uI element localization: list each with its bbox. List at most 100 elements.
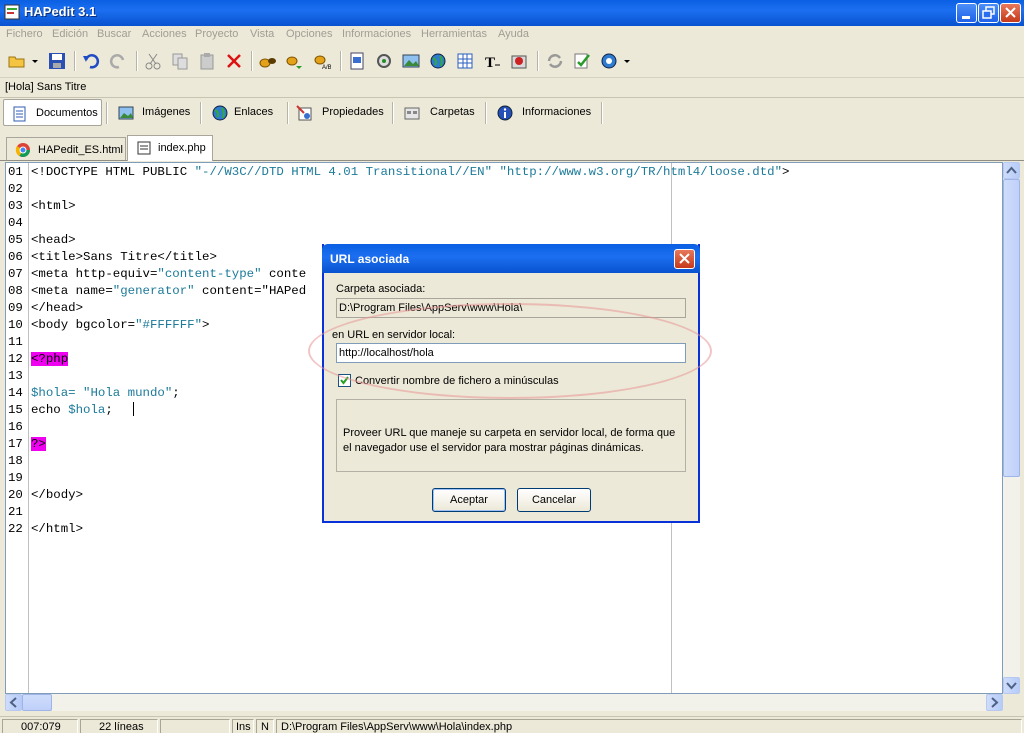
code-text: > bbox=[782, 165, 790, 179]
copy-icon[interactable] bbox=[171, 52, 189, 70]
line-number: 14 bbox=[8, 386, 23, 400]
vertical-scroll-thumb[interactable] bbox=[1003, 179, 1020, 477]
menu-herramientas[interactable]: Herramientas bbox=[421, 28, 487, 40]
line-number: 16 bbox=[8, 420, 23, 434]
table-icon[interactable] bbox=[456, 52, 474, 70]
line-number: 20 bbox=[8, 488, 23, 502]
save-icon[interactable] bbox=[48, 52, 66, 70]
code-line: <body bgcolor="#FFFFFF"> bbox=[31, 317, 209, 334]
horizontal-scroll-thumb[interactable] bbox=[22, 694, 52, 711]
dialog-close-button[interactable] bbox=[674, 249, 695, 269]
code-line: </html> bbox=[31, 521, 83, 538]
tab-documentos[interactable]: Documentos bbox=[3, 99, 102, 126]
menu-vista[interactable]: Vista bbox=[250, 28, 274, 40]
line-number: 17 bbox=[8, 437, 23, 451]
validate-icon[interactable] bbox=[573, 52, 591, 70]
code-string: $hola= "Hola mundo" bbox=[31, 386, 173, 400]
line-number: 02 bbox=[8, 182, 23, 196]
status-line-count: 22 líneas bbox=[80, 719, 158, 733]
restore-button[interactable] bbox=[978, 3, 999, 23]
svg-text:A/B: A/B bbox=[322, 65, 331, 70]
tab-file-index-php[interactable]: index.php bbox=[127, 135, 213, 161]
menu-buscar[interactable]: Buscar bbox=[97, 28, 131, 40]
minimize-icon bbox=[962, 16, 970, 19]
preview-browser-icon[interactable] bbox=[600, 52, 618, 70]
dropdown-arrow-icon[interactable] bbox=[30, 52, 40, 70]
text-caret bbox=[133, 402, 134, 416]
paste-icon[interactable] bbox=[198, 52, 216, 70]
links-globe-icon bbox=[212, 105, 228, 121]
tab-file-hapedit-es[interactable]: HAPedit_ES.html bbox=[6, 137, 126, 160]
insert-image-icon[interactable] bbox=[402, 52, 420, 70]
scroll-up-button[interactable] bbox=[1003, 162, 1020, 179]
code-line: <html> bbox=[31, 198, 76, 215]
code-text: </head> bbox=[31, 301, 84, 315]
menu-ayuda[interactable]: Ayuda bbox=[498, 28, 529, 40]
toolbar: A/B T bbox=[0, 45, 1024, 78]
description-box: Proveer URL que maneje su carpeta en ser… bbox=[336, 399, 686, 472]
vertical-scrollbar[interactable] bbox=[1003, 162, 1020, 694]
line-number: 03 bbox=[8, 199, 23, 213]
code-text: </html> bbox=[31, 522, 84, 536]
close-button[interactable] bbox=[1000, 3, 1021, 23]
tab-carpetas[interactable]: Carpetas bbox=[396, 99, 482, 126]
new-document-icon[interactable] bbox=[348, 52, 366, 70]
menu-edicion[interactable]: Edición bbox=[52, 28, 88, 40]
menu-proyecto[interactable]: Proyecto bbox=[195, 28, 238, 40]
menu-fichero[interactable]: Fichero bbox=[6, 28, 43, 40]
text-format-icon[interactable]: T bbox=[483, 52, 501, 70]
code-line: <!DOCTYPE HTML PUBLIC "-//W3C//DTD HTML … bbox=[31, 164, 789, 181]
arrow-left-icon bbox=[9, 697, 17, 708]
open-folder-icon[interactable] bbox=[8, 52, 26, 70]
cancel-button[interactable]: Cancelar bbox=[517, 488, 591, 512]
cut-icon[interactable] bbox=[144, 52, 162, 70]
documents-icon bbox=[13, 106, 26, 122]
preview-dropdown-icon[interactable] bbox=[622, 52, 632, 70]
code-text: <!DOCTYPE HTML PUBLIC bbox=[31, 165, 195, 179]
minimize-button[interactable] bbox=[956, 3, 977, 23]
status-position: 007:079 bbox=[2, 719, 78, 733]
scroll-left-button[interactable] bbox=[5, 694, 22, 711]
code-line: <meta http-equiv="content-type" conte bbox=[31, 266, 306, 283]
line-number: 18 bbox=[8, 454, 23, 468]
find-icon[interactable] bbox=[259, 52, 277, 70]
undo-icon[interactable] bbox=[82, 52, 100, 70]
find-next-icon[interactable] bbox=[286, 52, 304, 70]
code-string: "-//W3C//DTD HTML 4.01 Transitional//EN"… bbox=[194, 165, 783, 179]
menu-acciones[interactable]: Acciones bbox=[142, 28, 187, 40]
redo-icon[interactable] bbox=[109, 52, 127, 70]
status-insert-mode: Ins bbox=[232, 719, 254, 733]
scroll-down-button[interactable] bbox=[1003, 677, 1020, 694]
replace-icon[interactable]: A/B bbox=[313, 52, 331, 70]
status-empty bbox=[160, 719, 230, 733]
accept-button[interactable]: Aceptar bbox=[432, 488, 506, 512]
globe-icon[interactable] bbox=[429, 52, 447, 70]
settings-gear-icon[interactable] bbox=[375, 52, 393, 70]
tab-enlaces[interactable]: Enlaces bbox=[204, 99, 284, 126]
line-number: 11 bbox=[8, 335, 23, 349]
restore-icon bbox=[982, 6, 995, 19]
debug-icon[interactable] bbox=[510, 52, 528, 70]
code-text: <title>Sans Titre</title> bbox=[31, 250, 217, 264]
php-file-icon bbox=[137, 141, 151, 155]
code-text: <meta http-equiv= bbox=[31, 267, 158, 281]
menu-informaciones[interactable]: Informaciones bbox=[342, 28, 411, 40]
delete-icon[interactable] bbox=[225, 52, 243, 70]
horizontal-scrollbar[interactable] bbox=[5, 694, 1003, 711]
window-title: HAPedit 3.1 bbox=[24, 4, 97, 19]
tab-propiedades[interactable]: Propiedades bbox=[288, 99, 388, 126]
menu-opciones[interactable]: Opciones bbox=[286, 28, 332, 40]
scroll-right-button[interactable] bbox=[986, 694, 1003, 711]
line-number: 06 bbox=[8, 250, 23, 264]
description-text: Proveer URL que maneje su carpeta en ser… bbox=[343, 427, 676, 454]
code-string: "content-type" bbox=[157, 267, 262, 281]
arrow-up-icon bbox=[1006, 166, 1017, 174]
code-text: ; bbox=[105, 403, 113, 417]
tab-imagenes[interactable]: Imágenes bbox=[110, 99, 198, 126]
code-line: <head> bbox=[31, 232, 76, 249]
properties-icon bbox=[296, 105, 312, 121]
images-icon bbox=[118, 106, 134, 120]
refresh-icon[interactable] bbox=[546, 52, 564, 70]
info-icon bbox=[497, 105, 513, 121]
tab-informaciones[interactable]: Informaciones bbox=[489, 99, 599, 126]
